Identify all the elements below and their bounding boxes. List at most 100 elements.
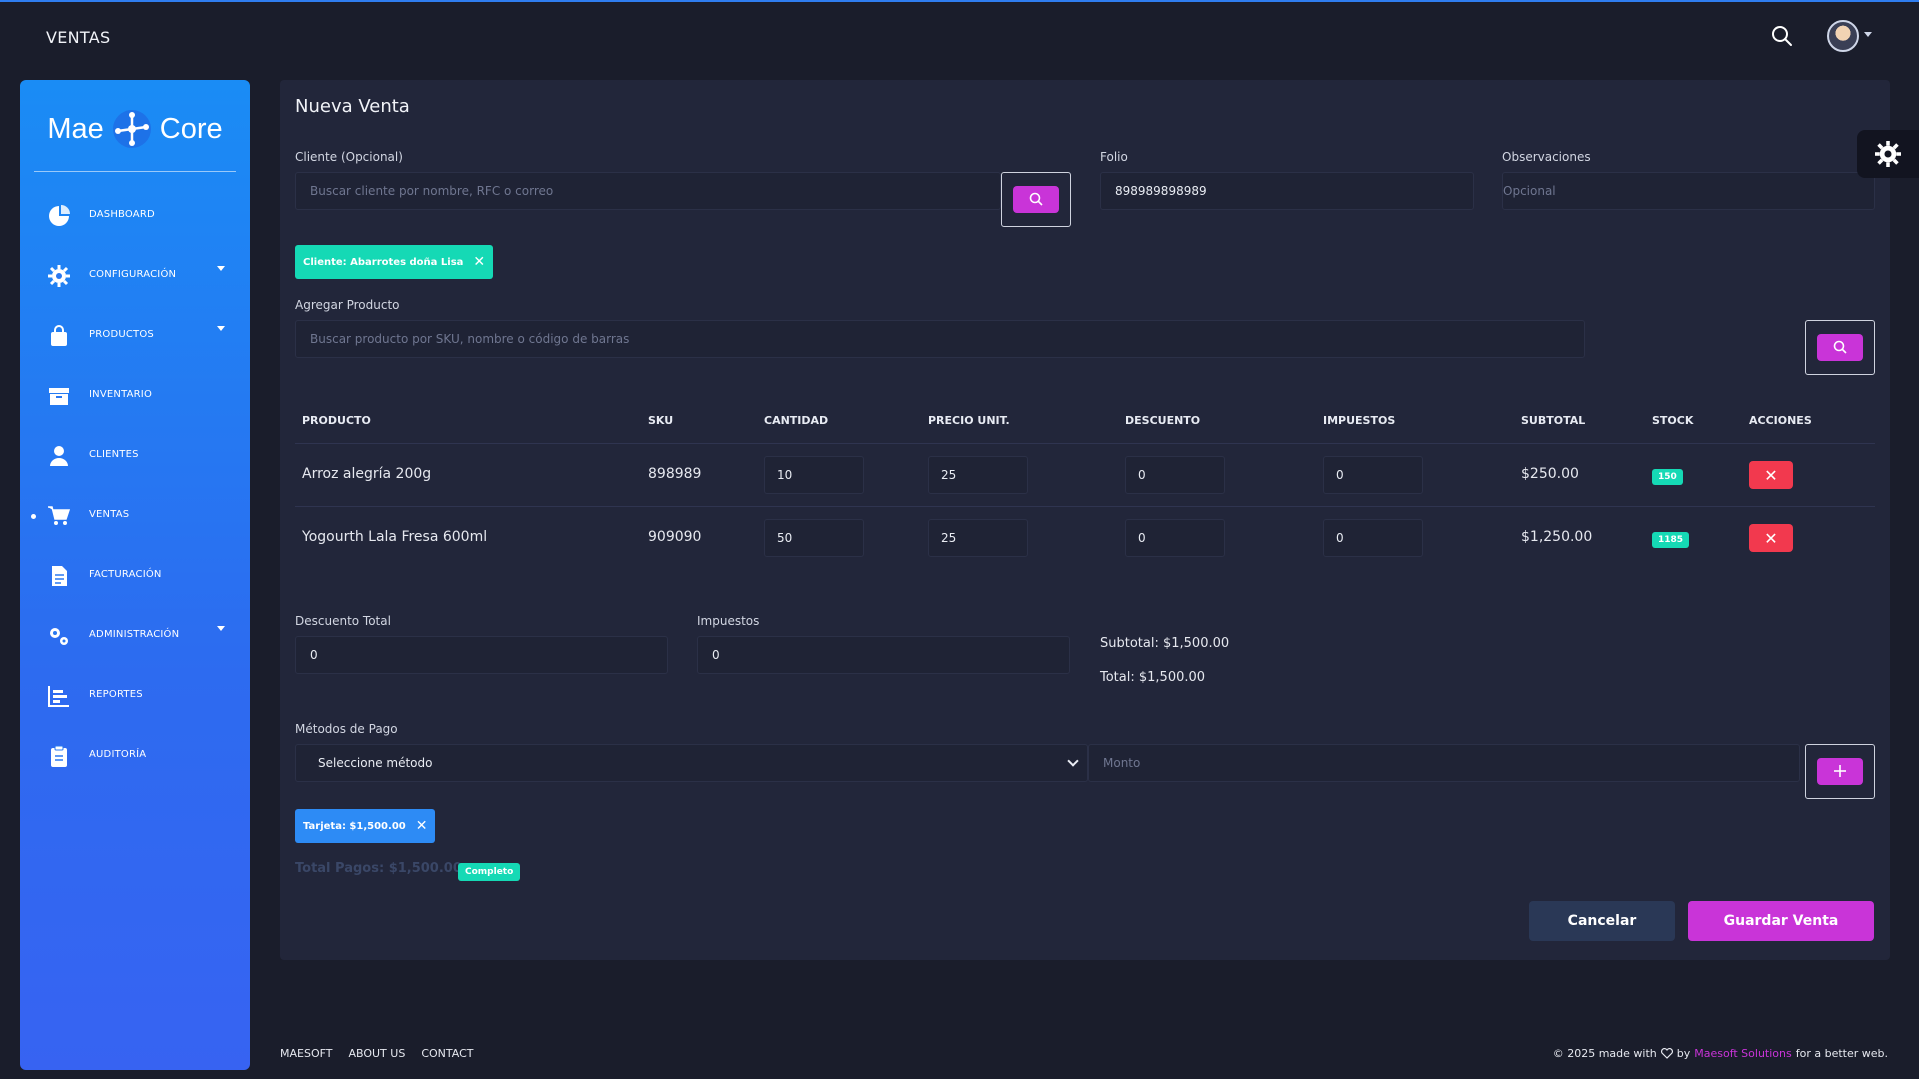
- payment-methods-label: Métodos de Pago: [295, 722, 398, 736]
- th-sku: SKU: [648, 414, 674, 427]
- card-title: Nueva Venta: [295, 96, 410, 117]
- client-search-button[interactable]: [1001, 172, 1071, 227]
- plus-icon: [1834, 765, 1846, 777]
- network-logo-icon: [112, 110, 151, 148]
- th-discount: DESCUENTO: [1125, 414, 1201, 427]
- cell-subtotal: $1,250.00: [1521, 529, 1593, 545]
- sidebar-item-inventario[interactable]: INVENTARIO: [20, 366, 250, 426]
- clipboard-icon: [51, 745, 67, 767]
- settings-fab[interactable]: [1857, 130, 1919, 178]
- cell-sku: 898989: [648, 466, 702, 482]
- brand-logo[interactable]: Mae Core: [20, 104, 250, 154]
- new-sale-card: Nueva Venta Cliente (Opcional) Buscar cl…: [280, 80, 1890, 960]
- sidebar-menu: DASHBOARD CONFIGURACIÓN PRODUCTOS INVENT…: [20, 186, 250, 786]
- th-tax: IMPUESTOS: [1323, 414, 1396, 427]
- footer-link-maesoft[interactable]: MAESOFT: [280, 1047, 332, 1060]
- payment-method-value: Seleccione método: [318, 756, 433, 770]
- cell-sku: 909090: [648, 529, 702, 545]
- sidebar: Mae Core DASHBOARD CONFIGURACIÓN PRODUCT…: [20, 80, 250, 1070]
- sidebar-item-label: AUDITORÍA: [89, 749, 147, 760]
- sidebar-item-ventas[interactable]: VENTAS: [20, 486, 250, 546]
- qty-input[interactable]: 50: [764, 519, 864, 557]
- product-search-button[interactable]: [1805, 320, 1875, 375]
- sidebar-item-reportes[interactable]: REPORTES: [20, 666, 250, 726]
- sidebar-item-label: ADMINISTRACIÓN: [89, 629, 180, 640]
- close-icon[interactable]: ✕: [473, 254, 485, 270]
- th-qty: CANTIDAD: [764, 414, 829, 427]
- search-icon[interactable]: [1770, 24, 1794, 48]
- brand-text-left: Mae: [47, 112, 104, 145]
- sidebar-item-facturacion[interactable]: FACTURACIÓN: [20, 546, 250, 606]
- sidebar-item-auditoria[interactable]: AUDITORÍA: [20, 726, 250, 786]
- client-chip-label: Cliente: Abarrotes doña Lisa: [303, 256, 464, 268]
- folio-label: Folio: [1100, 150, 1128, 164]
- sidebar-item-clientes[interactable]: CLIENTES: [20, 426, 250, 486]
- payment-chip: Tarjeta: $1,500.00 ✕: [295, 809, 436, 843]
- discount-total-input[interactable]: 0: [295, 636, 668, 674]
- amount-input[interactable]: Monto: [1088, 744, 1800, 782]
- page-title: VENTAS: [46, 28, 111, 47]
- chevron-down-icon[interactable]: [1864, 32, 1872, 37]
- sidebar-item-label: DASHBOARD: [89, 209, 155, 220]
- sidebar-item-dashboard[interactable]: DASHBOARD: [20, 186, 250, 246]
- sidebar-item-administracion[interactable]: ADMINISTRACIÓN: [20, 606, 250, 666]
- total-summary: Total: $1,500.00: [1100, 670, 1206, 685]
- invoice-icon: [52, 566, 67, 586]
- archive-icon: [49, 388, 69, 405]
- payment-method-select[interactable]: Seleccione método: [295, 744, 1088, 782]
- folio-input[interactable]: 898989898989: [1100, 172, 1474, 210]
- chevron-down-icon: [217, 266, 225, 271]
- client-label: Cliente (Opcional): [295, 150, 403, 164]
- add-button-fill: [1817, 758, 1863, 785]
- search-icon: [1833, 340, 1847, 354]
- sidebar-item-label: CONFIGURACIÓN: [89, 269, 177, 280]
- price-input[interactable]: 25: [928, 519, 1028, 557]
- close-icon[interactable]: ✕: [416, 818, 428, 834]
- product-search-input[interactable]: Buscar producto por SKU, nombre o código…: [295, 320, 1585, 358]
- table-divider: [295, 506, 1875, 507]
- delete-row-button[interactable]: ✕: [1749, 524, 1793, 552]
- brand-divider: [34, 171, 236, 172]
- discount-input[interactable]: 0: [1125, 456, 1225, 494]
- footer-link-contact[interactable]: CONTACT: [421, 1047, 473, 1060]
- th-stock: STOCK: [1652, 414, 1694, 427]
- discount-input[interactable]: 0: [1125, 519, 1225, 557]
- table-divider: [295, 443, 1875, 444]
- cell-product: Arroz alegría 200g: [302, 466, 432, 482]
- qty-input[interactable]: 10: [764, 456, 864, 494]
- cancel-button[interactable]: Cancelar: [1529, 901, 1675, 941]
- footer-link-about[interactable]: ABOUT US: [348, 1047, 405, 1060]
- sidebar-item-label: INVENTARIO: [89, 389, 153, 400]
- delete-row-button[interactable]: ✕: [1749, 461, 1793, 489]
- total-payments: Total Pagos: $1,500.00: [295, 861, 462, 876]
- taxes-label: Impuestos: [697, 614, 760, 628]
- tax-input[interactable]: 0: [1323, 519, 1423, 557]
- observations-input[interactable]: Opcional: [1502, 172, 1875, 210]
- close-icon: ✕: [1764, 465, 1778, 485]
- sidebar-item-productos[interactable]: PRODUCTOS: [20, 306, 250, 366]
- client-search-input[interactable]: Buscar cliente por nombre, RFC o correo: [295, 172, 1001, 210]
- footer-company-link[interactable]: Maesoft Solutions: [1694, 1047, 1792, 1060]
- discount-total-label: Descuento Total: [295, 614, 391, 628]
- sidebar-item-configuracion[interactable]: CONFIGURACIÓN: [20, 246, 250, 306]
- th-product: PRODUCTO: [302, 414, 371, 427]
- add-product-label: Agregar Producto: [295, 298, 400, 312]
- price-input[interactable]: 25: [928, 456, 1028, 494]
- brand-text-right: Core: [159, 112, 223, 145]
- tax-input[interactable]: 0: [1323, 456, 1423, 494]
- pie-chart-icon: [49, 205, 70, 226]
- sidebar-item-label: FACTURACIÓN: [89, 569, 162, 580]
- search-icon: [1029, 192, 1043, 206]
- footer-links: MAESOFT ABOUT US CONTACT: [280, 1047, 473, 1060]
- footer-by: by: [1676, 1047, 1691, 1060]
- user-avatar[interactable]: [1827, 20, 1859, 52]
- shopping-bag-icon: [51, 325, 67, 346]
- save-sale-button[interactable]: Guardar Venta: [1688, 901, 1874, 941]
- chevron-down-icon: [217, 626, 225, 631]
- add-payment-button[interactable]: [1805, 744, 1875, 799]
- th-price: PRECIO UNIT.: [928, 414, 1010, 427]
- stock-badge: 1185: [1652, 532, 1690, 548]
- sidebar-item-label: REPORTES: [89, 689, 143, 700]
- taxes-input[interactable]: 0: [697, 636, 1070, 674]
- active-indicator: [31, 514, 36, 519]
